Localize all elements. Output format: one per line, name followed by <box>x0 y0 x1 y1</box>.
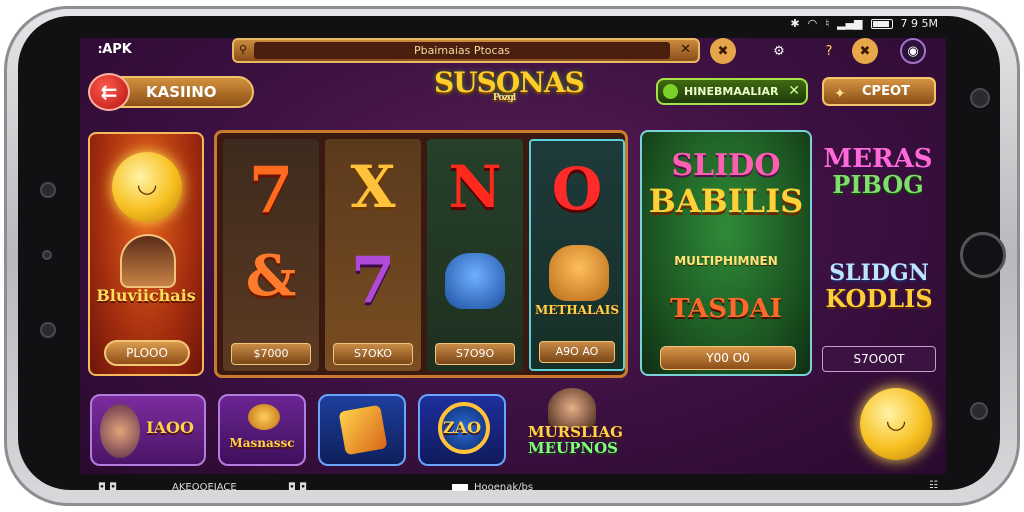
help-icon[interactable]: ? <box>816 38 842 64</box>
wifi-icon: ◠ <box>807 17 818 30</box>
reel-symbol: 7 <box>350 243 396 318</box>
search-icon: ⚲ <box>239 43 248 56</box>
bonus-icon[interactable]: ✖ <box>852 38 878 64</box>
character-icon <box>100 404 140 458</box>
bluetooth-icon: ✱ <box>790 17 800 30</box>
card-title-top: SLIDO <box>671 148 781 183</box>
reel-2: X 7 S7OKO <box>325 139 421 371</box>
card-play-button[interactable]: PLOOO <box>104 340 190 366</box>
deposit-button[interactable]: ✦ CPEOT <box>822 77 936 106</box>
title-line: KODLIS <box>825 284 933 313</box>
reel-symbol: O <box>551 155 603 223</box>
game-tile-1[interactable]: IAOO <box>90 394 206 466</box>
settings-icon[interactable]: ⚙ <box>766 38 792 64</box>
close-icon[interactable]: ✕ <box>788 80 800 103</box>
game-title-mursliag[interactable]: MURSLIAG MEUPNOS <box>528 423 623 457</box>
lion-icon <box>549 245 609 301</box>
clear-icon[interactable]: ✕ <box>680 42 691 57</box>
coin-icon: ✦ <box>834 86 846 102</box>
sun-mascot-icon: ◡ <box>860 388 932 460</box>
card-button[interactable]: Y00 O0 <box>660 346 796 370</box>
card-subtitle: MULTIPHIMNEN <box>674 254 778 268</box>
title-line: PIBOG <box>832 170 924 199</box>
slot-machine[interactable]: 7 & $7000 X 7 S7OKO N S7O9O O METHALAIS … <box>214 130 628 378</box>
app-label: ꓽAPK <box>98 42 132 57</box>
sun-mascot-icon: ◡ <box>112 152 182 222</box>
promo-icon <box>663 84 678 99</box>
promo-label: HINEBMAALIAR <box>684 85 779 98</box>
game-tile-4[interactable]: ZAO <box>418 394 506 466</box>
reel-price: S7O9O <box>435 343 515 365</box>
search-input[interactable]: Pbaimaias Ptocas <box>254 42 670 59</box>
menu-icon[interactable]: ☷ <box>929 480 938 491</box>
reel-symbol: METHALAIS <box>534 303 620 317</box>
reel-price: $7000 <box>231 343 311 365</box>
app-screen: ꓽAPK ⚲ Pbaimaias Ptocas ✕ ✖ ⚙ ? ✖ ◉ KASI… <box>80 38 946 474</box>
promo-card-left[interactable]: ◡ Bluviichais PLOOO <box>88 132 204 376</box>
reel-3: N S7O9O <box>427 139 523 371</box>
nav-mid-icon[interactable]: ◘ ◘ <box>288 482 307 493</box>
status-bar: ✱ ◠ ♮ ▂▄▆ 7 9 5M <box>80 12 946 36</box>
title-line: MURSLIAG <box>528 423 623 441</box>
reel-1: 7 & $7000 <box>223 139 319 371</box>
right-button-top[interactable] <box>970 88 990 108</box>
card-title-bottom: TASDAI <box>670 294 782 324</box>
status-time: 7 9 5M <box>900 17 938 30</box>
profile-icon[interactable]: ◉ <box>900 38 926 64</box>
reel-symbol: & <box>245 243 297 309</box>
sensor <box>42 250 52 260</box>
reel-symbol: 7 <box>248 153 294 228</box>
battery-icon <box>870 18 893 29</box>
home-button[interactable] <box>960 232 1006 278</box>
tile-label: ZAO <box>442 418 482 437</box>
vibrate-icon: ♮ <box>825 17 830 30</box>
nav-center-text: Hooenak/bs <box>474 482 534 493</box>
tools-icon[interactable]: ✖ <box>710 38 736 64</box>
tile-label: IAOO <box>146 418 194 437</box>
reel-symbol: X <box>350 153 396 221</box>
nav-bar: ◘ ◘ AKEOOEIACE ◘ ◘ Hooenak/bs ☷ <box>80 476 946 498</box>
chest-icon <box>338 404 388 456</box>
featured-game-card[interactable]: SLIDO BABILIS MULTIPHIMNEN TASDAI Y00 O0 <box>640 130 812 376</box>
app-logo: SUSONAS Pozgl <box>434 66 585 118</box>
card-title: Bluviichais <box>96 286 196 305</box>
signal-icon: ▂▄▆ <box>837 17 863 30</box>
reel-price: S7OKO <box>333 343 413 365</box>
tile-label: Masnassc <box>229 436 295 450</box>
nav-left-text: AKEOOEIACE <box>172 482 237 493</box>
game-tile-2[interactable]: Masnassc <box>218 394 306 466</box>
reel-price: A9O AO <box>539 341 615 363</box>
title-line: MEUPNOS <box>528 439 619 457</box>
card-title-main: BABILIS <box>648 182 804 220</box>
game-tile-3[interactable] <box>318 394 406 466</box>
reel-4: O METHALAIS A9O AO <box>529 139 625 371</box>
search-bar[interactable]: ⚲ Pbaimaias Ptocas ✕ <box>232 38 700 63</box>
game-title-kodlis[interactable]: SLIDGN KODLIS <box>824 260 934 312</box>
sensor <box>40 322 56 338</box>
home-indicator[interactable] <box>452 484 468 491</box>
blue-wolf-icon <box>445 253 505 309</box>
nav-icons[interactable]: ◘ ◘ <box>98 482 117 493</box>
character-icon <box>548 388 596 428</box>
front-camera <box>40 182 56 198</box>
right-column-button[interactable]: S7OOOT <box>822 346 936 372</box>
title-line: SLIDGN <box>829 260 929 286</box>
treasure-icon <box>248 404 280 430</box>
character-portrait <box>120 234 176 288</box>
deposit-label: CPEOT <box>862 84 910 99</box>
right-button-bottom[interactable] <box>970 402 988 420</box>
reel-symbol: N <box>448 153 502 221</box>
promo-button[interactable]: HINEBMAALIAR ✕ <box>656 78 808 105</box>
game-title-meras[interactable]: MERAS PIBOG <box>820 146 936 198</box>
back-icon[interactable]: ⇇ <box>88 73 130 111</box>
